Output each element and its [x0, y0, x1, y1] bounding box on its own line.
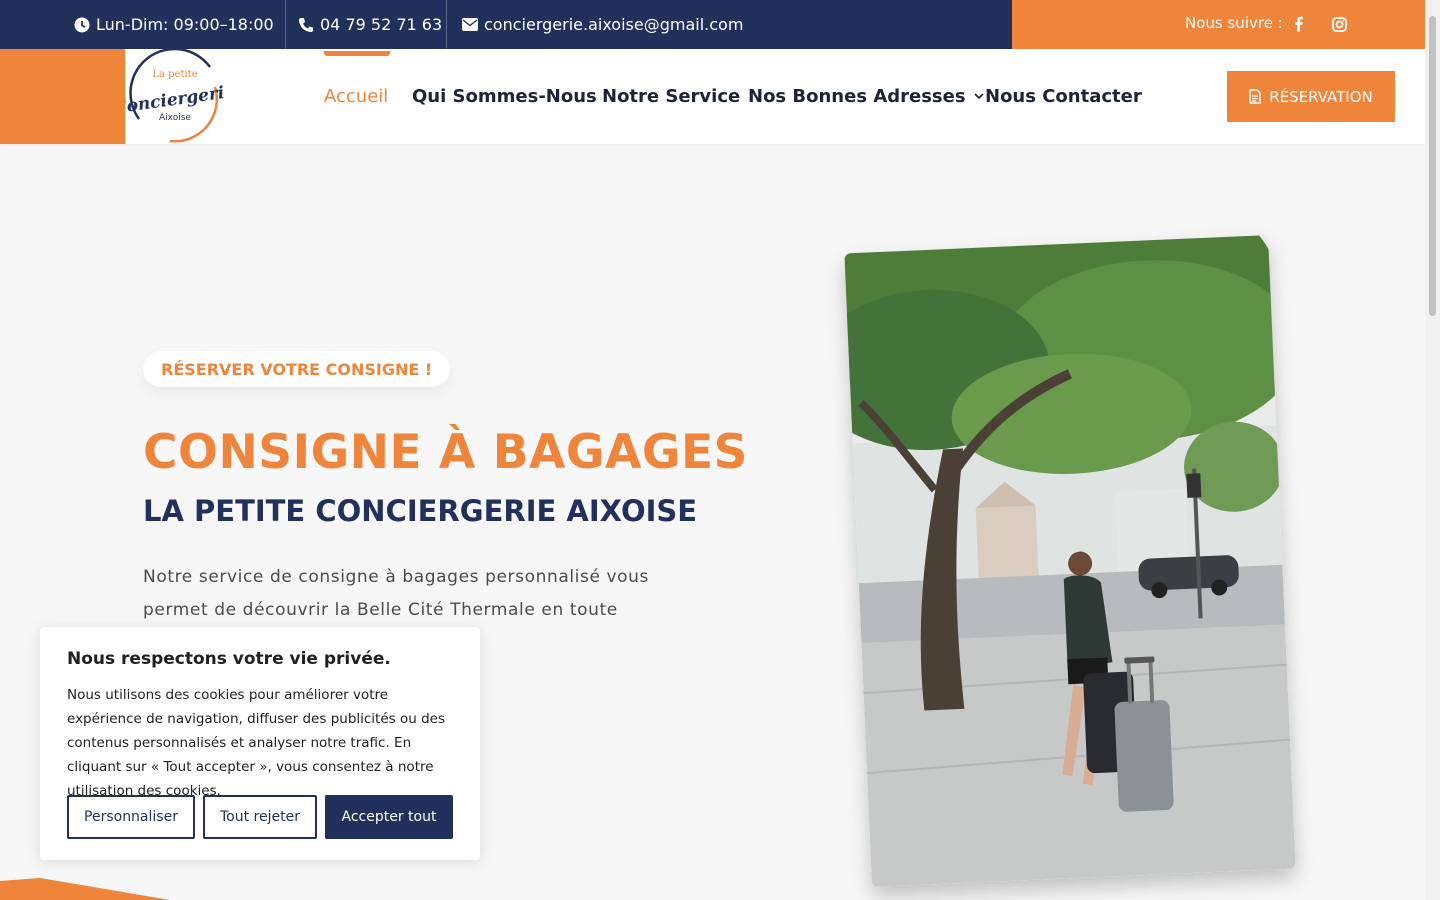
- phone-text: 04 79 52 71 63: [320, 15, 443, 34]
- cookie-text: Nous utilisons des cookies pour améliore…: [67, 687, 445, 799]
- follow-label: Nous suivre :: [1185, 14, 1283, 32]
- cookie-customize-button[interactable]: Personnaliser: [67, 795, 195, 839]
- divider: [446, 0, 447, 49]
- nav-service[interactable]: Notre Service: [602, 49, 740, 144]
- nav-about[interactable]: Qui Sommes-Nous: [412, 49, 597, 144]
- facebook-icon[interactable]: [1289, 15, 1307, 33]
- phone-link[interactable]: 04 79 52 71 63: [298, 0, 442, 49]
- hours-text: Lun-Dim: 09:00–18:00: [96, 15, 274, 34]
- hero-photo: [844, 235, 1296, 887]
- envelope-icon: [462, 18, 478, 31]
- phone-icon: [299, 17, 313, 32]
- cookie-accept-button[interactable]: Accepter tout: [325, 795, 453, 839]
- clock-icon: [74, 17, 90, 32]
- chevron-down-icon: [974, 93, 984, 100]
- document-icon: [1249, 89, 1261, 104]
- email-text: conciergerie.aixoise@gmail.com: [484, 15, 744, 34]
- instagram-icon[interactable]: [1330, 15, 1348, 33]
- reservation-label: RÉSERVATION: [1269, 87, 1373, 106]
- main-header: La petite Conciergerie Aixoise Accueil Q…: [0, 47, 1425, 144]
- hero-text-line: Notre service de consigne à bagages pers…: [143, 567, 650, 587]
- scrollbar-thumb[interactable]: [1429, 16, 1436, 316]
- hero-text-line: permet de découvrir la Belle Cité Therma…: [143, 600, 618, 620]
- social-bar: Nous suivre :: [1012, 0, 1425, 49]
- booking-pill-label: RÉSERVER VOTRE CONSIGNE !: [161, 359, 433, 379]
- reservation-button[interactable]: RÉSERVATION: [1227, 71, 1395, 122]
- nav-addresses[interactable]: Nos Bonnes Adresses: [748, 49, 984, 144]
- header-accent: [0, 49, 125, 144]
- opening-hours: Lun-Dim: 09:00–18:00: [74, 0, 274, 49]
- site-logo[interactable]: La petite Conciergerie Aixoise: [112, 47, 236, 144]
- hero-description: Notre service de consigne à bagages pers…: [143, 561, 703, 627]
- nav-addresses-label: Nos Bonnes Adresses: [748, 86, 966, 107]
- page-title: CONSIGNE À BAGAGES: [143, 425, 748, 480]
- nav-contact[interactable]: Nous Contacter: [985, 49, 1142, 144]
- logo-line3: Aixoise: [159, 113, 191, 123]
- nav-home[interactable]: Accueil: [324, 49, 388, 144]
- page-scrollbar[interactable]: [1425, 0, 1440, 900]
- cookie-reject-button[interactable]: Tout rejeter: [203, 795, 317, 839]
- cookie-title: Nous respectons votre vie privée.: [67, 649, 391, 669]
- cookie-banner: Nous respectons votre vie privée. Nous u…: [40, 627, 480, 860]
- divider: [285, 0, 286, 49]
- logo-line1: La petite: [152, 69, 197, 80]
- page-subtitle: LA PETITE CONCIERGERIE AIXOISE: [143, 494, 698, 528]
- email-link[interactable]: conciergerie.aixoise@gmail.com: [462, 0, 743, 49]
- booking-pill[interactable]: RÉSERVER VOTRE CONSIGNE !: [143, 351, 451, 387]
- decorative-wedge: [0, 878, 170, 900]
